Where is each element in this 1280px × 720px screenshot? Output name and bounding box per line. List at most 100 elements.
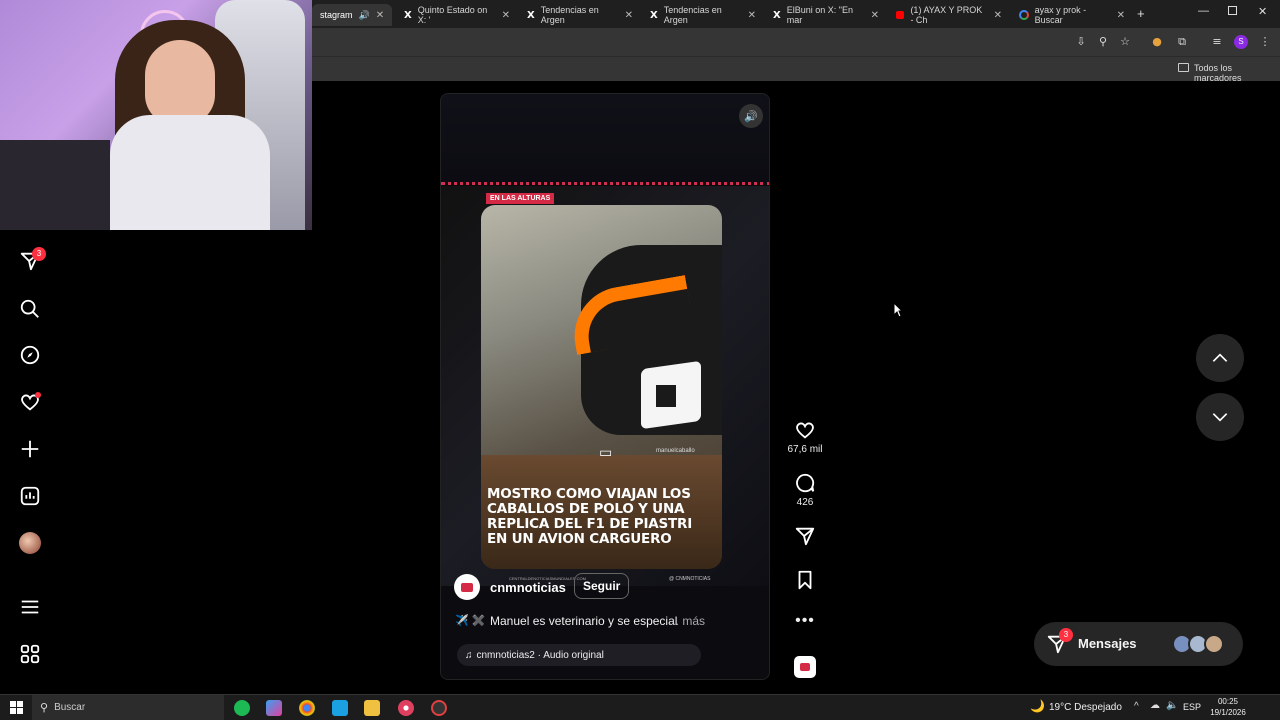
- more-options-icon[interactable]: •••: [788, 612, 822, 630]
- previous-reel-button[interactable]: [1196, 334, 1244, 382]
- notification-dot: [35, 392, 41, 398]
- caption-emojis: ✈️ ✖️: [455, 615, 486, 627]
- webcam-overlay: [0, 0, 312, 230]
- tab-quinto-estado[interactable]: X Quinto Estado on X: ' ✕: [396, 4, 518, 26]
- caption-line: EN UN AVION CARGUERO: [487, 531, 672, 547]
- tab-tendencias-2[interactable]: X Tendencias en Argen ✕: [642, 4, 764, 26]
- star-icon[interactable]: ☆: [1118, 35, 1132, 48]
- messages-badge: 3: [1059, 628, 1073, 642]
- more-link[interactable]: ... más: [669, 614, 705, 628]
- store-icon[interactable]: [332, 700, 348, 716]
- sidebar-explore[interactable]: [18, 343, 42, 367]
- volume-icon[interactable]: 🔊: [739, 104, 763, 128]
- tab-google[interactable]: ayax y prok - Buscar ✕: [1011, 4, 1133, 26]
- windows-start-icon[interactable]: [10, 701, 23, 714]
- language-indicator[interactable]: ESP: [1183, 702, 1201, 712]
- sidebar-notifications[interactable]: [18, 390, 42, 414]
- sidebar-also-from-meta[interactable]: [18, 642, 42, 666]
- restore-button[interactable]: [1228, 6, 1237, 15]
- obs-icon[interactable]: [431, 700, 447, 716]
- tab-instagram[interactable]: stagram 🔊 ✕: [312, 4, 392, 26]
- sidebar-create[interactable]: [18, 437, 42, 461]
- weather-text[interactable]: 19°C Despejado: [1049, 702, 1122, 713]
- next-reel-button[interactable]: [1196, 393, 1244, 441]
- messages-label: Mensajes: [1078, 636, 1137, 651]
- network-icon[interactable]: ☁: [1150, 700, 1160, 711]
- close-icon[interactable]: ✕: [502, 10, 518, 21]
- shirt: [110, 115, 270, 230]
- window-close-button[interactable]: ✕: [1258, 5, 1267, 18]
- send-icon[interactable]: [794, 525, 816, 547]
- minimize-button[interactable]: —: [1198, 5, 1209, 17]
- bookmark-icon[interactable]: [794, 569, 816, 591]
- close-icon[interactable]: ✕: [871, 10, 887, 21]
- sidebar-more[interactable]: [18, 595, 42, 619]
- menu-kebab-icon[interactable]: ⋮: [1258, 35, 1272, 48]
- x-logo-icon: X: [404, 9, 412, 21]
- chevron-up-icon[interactable]: ^: [1134, 701, 1139, 712]
- close-icon[interactable]: ✕: [994, 10, 1010, 21]
- share-action[interactable]: [788, 525, 822, 550]
- cnm-logo-icon: [800, 663, 810, 671]
- x-logo-icon: X: [527, 9, 535, 21]
- file-explorer-icon[interactable]: [364, 700, 380, 716]
- sidebar-profile[interactable]: [18, 531, 42, 555]
- messages-icon-wrap: 3: [1046, 628, 1073, 660]
- save-action[interactable]: [788, 569, 822, 594]
- source-credit-right: @ CNMNOTICIAS: [669, 576, 711, 582]
- media-icon[interactable]: ≡: [1210, 35, 1224, 48]
- caption-line: REPLICA DEL F1 DE PIASTRI: [487, 516, 693, 532]
- author-avatar[interactable]: [454, 574, 480, 600]
- folder-icon: [1178, 63, 1189, 72]
- tab-elbuni[interactable]: X ElBuni on X: "En mar ✕: [765, 4, 887, 26]
- heart-icon[interactable]: [794, 419, 816, 441]
- weather-icon: 🌙: [1030, 699, 1045, 713]
- audio-label: cnmnoticias2 · Audio original: [476, 649, 604, 661]
- all-bookmarks-link[interactable]: Todos los marcadores: [1194, 63, 1280, 83]
- profile-avatar[interactable]: S: [1234, 35, 1248, 49]
- follow-button[interactable]: Seguir: [574, 573, 630, 599]
- chevron-up-icon: [1212, 353, 1228, 362]
- tab-tendencias-1[interactable]: X Tendencias en Argen ✕: [519, 4, 641, 26]
- install-icon[interactable]: ⇩: [1074, 35, 1088, 48]
- new-tab-button[interactable]: +: [1137, 6, 1145, 21]
- taskbar-search[interactable]: ⚲ Buscar: [32, 695, 224, 720]
- search-icon: ⚲: [40, 702, 49, 714]
- search-placeholder: Buscar: [54, 702, 86, 713]
- copilot-icon[interactable]: [266, 700, 282, 716]
- extension-color-icon[interactable]: ●: [1150, 35, 1164, 48]
- sidebar-messages-direct[interactable]: 3: [18, 247, 46, 273]
- clock[interactable]: 00:25 19/1/2026: [1206, 696, 1250, 718]
- comment-icon[interactable]: [794, 472, 816, 494]
- tab-youtube[interactable]: (1) AYAX Y PROK - Ch ✕: [888, 4, 1010, 26]
- like-action[interactable]: 67,6 mil: [787, 419, 823, 455]
- chevron-down-icon: [1212, 413, 1228, 422]
- extensions-icon[interactable]: ⧉: [1175, 35, 1189, 49]
- audio-pill[interactable]: ♫ cnmnoticias2 · Audio original: [457, 644, 701, 666]
- comment-action[interactable]: 426: [788, 472, 822, 508]
- sidebar-search[interactable]: [18, 297, 42, 321]
- chrome-profile-icon[interactable]: [398, 700, 414, 716]
- camera-icon: ▭: [599, 444, 613, 460]
- messages-button[interactable]: 3 Mensajes: [1034, 622, 1243, 666]
- google-icon: [1019, 10, 1029, 20]
- mouse-cursor-icon: [893, 302, 903, 318]
- close-icon[interactable]: ✕: [376, 10, 392, 21]
- audio-thumbnail[interactable]: [794, 656, 816, 678]
- reel-player[interactable]: 🔊 EN LAS ALTURAS ▭ manuelcaballo MOSTRO …: [440, 93, 770, 680]
- zoom-icon[interactable]: ⚲: [1096, 35, 1110, 48]
- reel-top-area: [441, 94, 769, 184]
- caption-line: MOSTRO COMO VIAJAN LOS: [487, 486, 691, 502]
- chart-bars-icon: [20, 486, 40, 506]
- close-icon[interactable]: ✕: [748, 10, 764, 21]
- sidebar-dashboard[interactable]: [18, 484, 42, 508]
- tab-label: (1) AYAX Y PROK - Ch: [910, 5, 983, 25]
- volume-icon[interactable]: 🔈: [1166, 700, 1178, 711]
- close-icon[interactable]: ✕: [1117, 10, 1133, 21]
- close-icon[interactable]: ✕: [625, 10, 641, 21]
- author-username[interactable]: cnmnoticias: [490, 580, 566, 595]
- watermark-text: manuelcaballo: [656, 448, 695, 454]
- chrome-icon[interactable]: [299, 700, 315, 716]
- speaker-icon[interactable]: 🔊: [359, 10, 370, 21]
- spotify-icon[interactable]: [234, 700, 250, 716]
